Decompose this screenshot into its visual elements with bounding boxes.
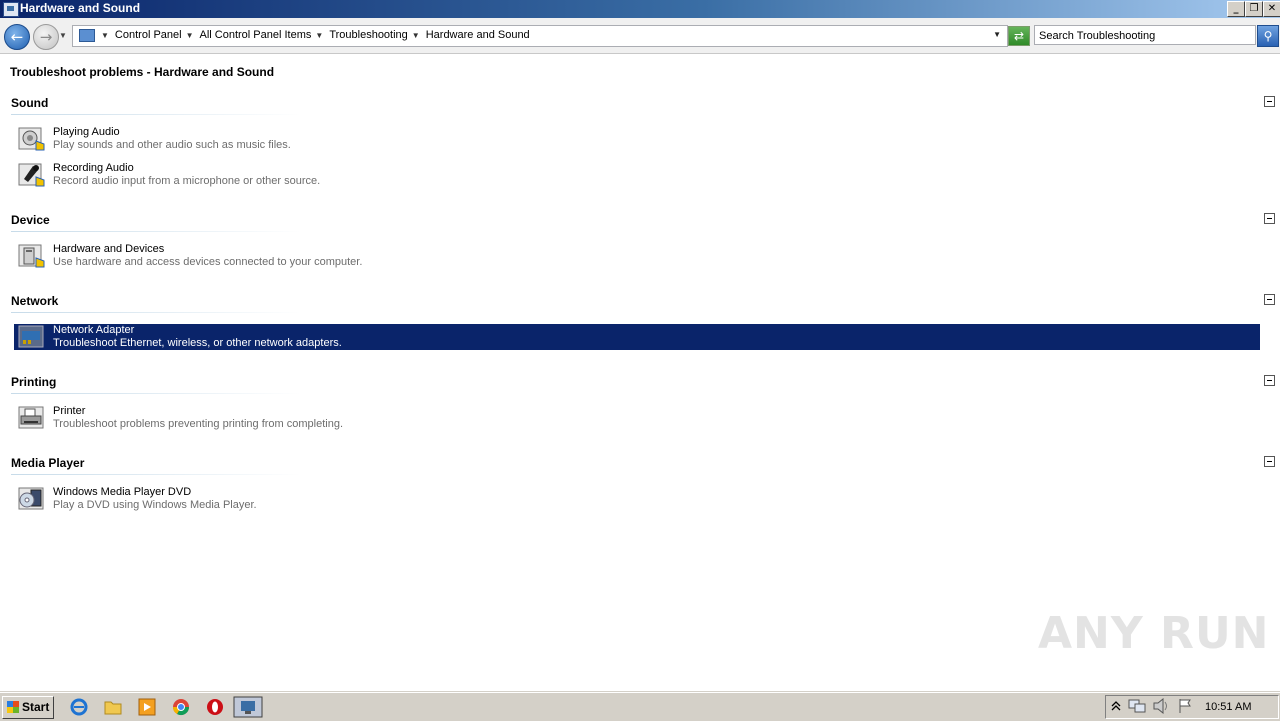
address-toolbar: ← → ▼ ▼ Control Panel ▼ All Control Pane… <box>0 18 1280 54</box>
group-divider <box>11 231 301 232</box>
item-title: Recording Audio <box>53 162 134 174</box>
chevron-down-icon[interactable]: ▼ <box>186 31 194 40</box>
item-title: Playing Audio <box>53 126 120 138</box>
breadcrumb: ▼ Control Panel ▼ All Control Panel Item… <box>97 29 530 41</box>
item-title: Hardware and Devices <box>53 243 165 255</box>
volume-icon[interactable] <box>1152 698 1170 714</box>
group-divider <box>11 393 301 394</box>
control-panel-icon <box>79 29 95 42</box>
address-field[interactable]: ▼ Control Panel ▼ All Control Panel Item… <box>72 25 1008 47</box>
search-icon[interactable]: ⚲ <box>1257 25 1279 47</box>
list-item-windows-media-player-dvd[interactable]: Windows Media Player DVD Play a DVD usin… <box>14 486 1260 512</box>
item-description: Troubleshoot problems preventing printin… <box>53 418 344 430</box>
address-history-dropdown[interactable]: ▼ <box>993 30 1001 39</box>
close-button[interactable]: ✕ <box>1263 1 1280 17</box>
collapse-device-button[interactable] <box>1264 213 1275 224</box>
media-player-icon[interactable] <box>137 697 157 717</box>
chevron-down-icon[interactable]: ▼ <box>412 31 420 40</box>
chrome-icon[interactable] <box>171 697 191 717</box>
breadcrumb-control-panel[interactable]: Control Panel <box>115 29 182 41</box>
breadcrumb-hardware-and-sound[interactable]: Hardware and Sound <box>426 29 530 41</box>
item-description: Play a DVD using Windows Media Player. <box>53 499 257 511</box>
title-bar: Hardware and Sound _ ❐ ✕ <box>0 0 1280 18</box>
chevron-down-icon[interactable]: ▼ <box>101 31 109 40</box>
clock[interactable]: 10:51 AM <box>1205 701 1251 713</box>
control-panel-icon[interactable] <box>233 696 263 718</box>
forward-button[interactable]: → <box>33 24 59 50</box>
internet-explorer-icon[interactable] <box>69 697 89 717</box>
list-item-network-adapter[interactable]: Network Adapter Troubleshoot Ethernet, w… <box>14 324 1260 350</box>
item-description: Record audio input from a microphone or … <box>53 175 321 187</box>
opera-icon[interactable] <box>205 697 225 717</box>
show-hidden-icons-icon[interactable] <box>1111 700 1121 712</box>
action-center-flag-icon[interactable] <box>1177 698 1193 714</box>
item-description: Use hardware and access devices connecte… <box>53 256 363 268</box>
list-item-hardware-and-devices[interactable]: Hardware and Devices Use hardware and ac… <box>14 243 1260 269</box>
restore-button[interactable]: ❐ <box>1245 1 1263 17</box>
group-divider <box>11 312 301 313</box>
network-adapter-icon <box>18 325 44 348</box>
group-divider <box>11 114 301 115</box>
control-panel-icon <box>3 2 19 17</box>
start-button[interactable]: Start <box>2 696 54 719</box>
breadcrumb-troubleshooting[interactable]: Troubleshooting <box>329 29 407 41</box>
list-item-recording-audio[interactable]: Recording Audio Record audio input from … <box>14 162 1260 188</box>
group-header-printing: Printing <box>11 375 57 389</box>
speaker-icon <box>18 127 45 151</box>
group-header-media-player: Media Player <box>11 456 85 470</box>
item-title: Printer <box>53 405 86 417</box>
group-header-sound: Sound <box>11 96 49 110</box>
group-header-network: Network <box>11 294 59 308</box>
taskbar: Start 10:51 AM <box>0 692 1280 721</box>
microphone-icon <box>18 163 45 187</box>
list-item-playing-audio[interactable]: Playing Audio Play sounds and other audi… <box>14 126 1260 152</box>
group-divider <box>11 474 301 475</box>
group-header-device: Device <box>11 213 50 227</box>
item-title: Network Adapter <box>53 324 135 336</box>
collapse-network-button[interactable] <box>1264 294 1275 305</box>
collapse-media-player-button[interactable] <box>1264 456 1275 467</box>
recent-pages-dropdown[interactable]: ▼ <box>59 31 67 40</box>
chevron-down-icon[interactable]: ▼ <box>315 31 323 40</box>
refresh-button[interactable]: ⇄ <box>1008 26 1030 46</box>
back-button[interactable]: ← <box>4 24 30 50</box>
minimize-button[interactable]: _ <box>1227 1 1245 17</box>
search-input[interactable]: Search Troubleshooting <box>1034 25 1256 45</box>
hardware-icon <box>18 244 45 268</box>
item-description: Troubleshoot Ethernet, wireless, or othe… <box>53 337 342 349</box>
dvd-icon <box>18 487 44 510</box>
item-description: Play sounds and other audio such as musi… <box>53 139 291 151</box>
item-title: Windows Media Player DVD <box>53 486 192 498</box>
folder-icon[interactable] <box>103 697 123 717</box>
collapse-printing-button[interactable] <box>1264 375 1275 386</box>
windows-logo-icon <box>7 701 19 713</box>
window-title: Hardware and Sound <box>20 1 141 15</box>
page-title: Troubleshoot problems - Hardware and Sou… <box>10 65 275 79</box>
watermark-logo: ANY RUN <box>1038 608 1270 659</box>
printer-icon <box>18 406 44 429</box>
list-item-printer[interactable]: Printer Troubleshoot problems preventing… <box>14 405 1260 431</box>
collapse-sound-button[interactable] <box>1264 96 1275 107</box>
breadcrumb-all-items[interactable]: All Control Panel Items <box>200 29 312 41</box>
network-icon[interactable] <box>1128 698 1146 714</box>
